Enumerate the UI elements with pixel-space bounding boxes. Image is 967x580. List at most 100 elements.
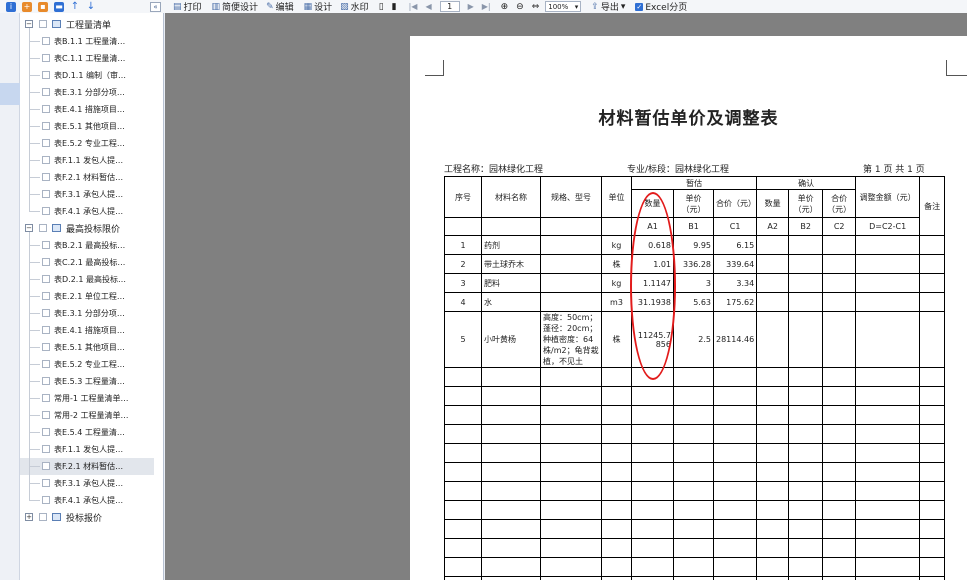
cell-empty xyxy=(855,405,921,425)
tree-item[interactable]: 表E.4.1 措施项目… xyxy=(20,322,163,339)
zoom-select[interactable]: 100% ▾ xyxy=(545,1,582,12)
tree-checkbox[interactable] xyxy=(42,105,50,113)
watermark-button[interactable]: ▧ 水印 xyxy=(340,0,369,14)
tree-checkbox[interactable] xyxy=(42,343,50,351)
collapse-icon[interactable]: − xyxy=(25,224,33,232)
tree-item[interactable]: 常用-2 工程量清单… xyxy=(20,407,163,424)
next-page-icon[interactable]: ▶ xyxy=(468,2,474,11)
tree-item[interactable]: 表B.1.1 工程量清… xyxy=(20,33,163,50)
tree-item[interactable]: 表E.5.3 工程量清… xyxy=(20,373,163,390)
tree-checkbox[interactable] xyxy=(42,122,50,130)
tree-item-label: 表E.3.1 分部分项… xyxy=(54,309,125,318)
tree-item[interactable]: 表E.5.2 专业工程… xyxy=(20,135,163,152)
copy-report-icon[interactable]: ▪ xyxy=(38,1,48,12)
previous-page-icon[interactable]: ◀ xyxy=(425,2,431,11)
tree-checkbox[interactable] xyxy=(42,428,50,436)
tree-item[interactable]: 常用-1 工程量清单… xyxy=(20,390,163,407)
edit-button[interactable]: ✎ 编辑 xyxy=(266,0,294,14)
tree-item[interactable]: 表E.5.1 其他项目… xyxy=(20,118,163,135)
tree-item[interactable]: 表C.2.1 最高投标… xyxy=(20,254,163,271)
tree-checkbox[interactable] xyxy=(42,156,50,164)
cell-empty xyxy=(822,273,857,293)
design-button[interactable]: ▦ 设计 xyxy=(304,0,333,14)
tree-item[interactable]: 表E.5.2 专业工程… xyxy=(20,356,163,373)
tree-item[interactable]: 表F.3.1 承包人提… xyxy=(20,186,163,203)
tree-item[interactable]: 表F.2.1 材料暂估… xyxy=(20,169,163,186)
tree-item[interactable]: 表F.4.1 承包人提… xyxy=(20,492,163,509)
tree-item[interactable]: 表C.1.1 工程量清… xyxy=(20,50,163,67)
tree-group[interactable]: − 工程量清单 xyxy=(20,16,163,33)
tree-item[interactable]: 表E.2.1 单位工程… xyxy=(20,288,163,305)
tree-checkbox[interactable] xyxy=(42,71,50,79)
tree-checkbox[interactable] xyxy=(42,360,50,368)
tree-toolbar: i + ▪ ▬ ↑ ↓ « xyxy=(0,0,165,13)
tree-item[interactable]: 表E.3.1 分部分项… xyxy=(20,84,163,101)
tree-checkbox[interactable] xyxy=(42,37,50,45)
tree-checkbox[interactable] xyxy=(42,377,50,385)
tree-item[interactable]: 表F.3.1 承包人提… xyxy=(20,475,163,492)
print-button[interactable]: ▤ 打印 xyxy=(173,0,202,14)
info-icon[interactable]: i xyxy=(6,1,16,12)
tree-checkbox[interactable] xyxy=(42,411,50,419)
double-page-icon[interactable]: ▮ xyxy=(392,0,397,13)
tree-group[interactable]: + 投标报价 xyxy=(20,509,163,526)
cell-spec: 高度：50cm；蓬径：20cm；种植密度：64株/m2；龟背栽植，不见土 xyxy=(540,311,602,368)
tree-checkbox[interactable] xyxy=(42,292,50,300)
tree-item[interactable]: 表D.2.1 最高投标… xyxy=(20,271,163,288)
export-button[interactable]: ⇪ 导出 ▾ xyxy=(591,0,625,14)
tree-item[interactable]: 表E.5.4 工程量清… xyxy=(20,424,163,441)
tree-checkbox[interactable] xyxy=(42,241,50,249)
tree-item[interactable]: 表B.2.1 最高投标… xyxy=(20,237,163,254)
tree-checkbox[interactable] xyxy=(42,88,50,96)
excel-paging-checkbox[interactable]: ✓ Excel分页 xyxy=(635,0,687,13)
quick-design-button[interactable]: ▥ 简便设计 xyxy=(212,0,259,14)
fit-width-icon[interactable]: ⇔ xyxy=(532,0,540,13)
tree-checkbox[interactable] xyxy=(42,326,50,334)
single-page-icon[interactable]: ▯ xyxy=(379,0,384,13)
delete-icon[interactable]: ▬ xyxy=(54,1,64,12)
rail-active-marker[interactable] xyxy=(0,83,20,105)
tree-checkbox[interactable] xyxy=(42,479,50,487)
tree-checkbox[interactable] xyxy=(39,20,47,28)
tree-checkbox[interactable] xyxy=(39,513,47,521)
tree-checkbox[interactable] xyxy=(42,496,50,504)
tree-item[interactable]: 表F.1.1 发包人提… xyxy=(20,152,163,169)
tree-checkbox[interactable] xyxy=(42,190,50,198)
collapse-icon[interactable]: − xyxy=(25,20,33,28)
tree-connector xyxy=(29,245,40,246)
first-page-icon[interactable]: |◀ xyxy=(409,2,418,11)
page-number-input[interactable]: 1 xyxy=(439,1,460,12)
tree-checkbox[interactable] xyxy=(39,224,47,232)
tree-checkbox[interactable] xyxy=(42,309,50,317)
zoom-in-icon[interactable]: ⊕ xyxy=(501,0,509,13)
tree-checkbox[interactable] xyxy=(42,207,50,215)
tree-checkbox[interactable] xyxy=(42,275,50,283)
tree-group[interactable]: − 最高投标限价 xyxy=(20,220,163,237)
tree-item[interactable]: 表F.1.1 发包人提… xyxy=(20,441,163,458)
cell-empty xyxy=(788,481,824,501)
tree-item[interactable]: 表F.4.1 承包人提… xyxy=(20,203,163,220)
tree-checkbox[interactable] xyxy=(42,54,50,62)
move-down-icon[interactable]: ↓ xyxy=(86,1,96,12)
tree-checkbox[interactable] xyxy=(42,462,50,470)
tree-item[interactable]: 表E.4.1 措施项目… xyxy=(20,101,163,118)
cell-empty xyxy=(712,519,758,539)
tree-checkbox[interactable] xyxy=(42,258,50,266)
tree-checkbox[interactable] xyxy=(42,394,50,402)
tree-item[interactable]: 表E.5.1 其他项目… xyxy=(20,339,163,356)
tree-item[interactable]: 表D.1.1 编制（审… xyxy=(20,67,163,84)
tree-item[interactable]: 表E.3.1 分部分项… xyxy=(20,305,163,322)
collapse-panel-icon[interactable]: « xyxy=(150,1,161,12)
tree-item[interactable]: 表F.2.1 材料暂估… xyxy=(20,458,154,475)
tree-checkbox[interactable] xyxy=(42,445,50,453)
header-adjust: 调整金额（元） xyxy=(855,176,921,218)
tree-item-label: 表F.3.1 承包人提… xyxy=(54,479,124,488)
report-title: 材料暂估单价及调整表 xyxy=(598,109,779,129)
expand-icon[interactable]: + xyxy=(25,513,33,521)
last-page-icon[interactable]: ▶| xyxy=(482,2,491,11)
zoom-out-icon[interactable]: ⊖ xyxy=(516,0,524,13)
tree-checkbox[interactable] xyxy=(42,139,50,147)
tree-checkbox[interactable] xyxy=(42,173,50,181)
move-up-icon[interactable]: ↑ xyxy=(70,1,80,12)
new-report-icon[interactable]: + xyxy=(22,1,32,12)
